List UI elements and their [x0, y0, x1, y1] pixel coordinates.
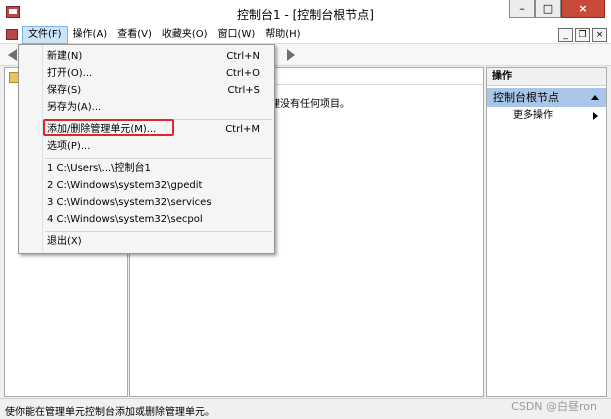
menu-item-recent-4[interactable]: 4 C:\Windows\system32\secpol — [19, 211, 274, 228]
watermark: CSDN @白昼ron — [511, 400, 597, 413]
menu-view[interactable]: 查看(V) — [112, 26, 157, 44]
title-bar: 控制台1 - [控制台根节点] – □ × — [0, 0, 611, 26]
menu-item-exit[interactable]: 退出(X) — [19, 233, 274, 250]
menu-item-label: 退出(X) — [47, 236, 82, 247]
menu-item-recent-3[interactable]: 3 C:\Windows\system32\services — [19, 194, 274, 211]
menu-separator — [45, 158, 272, 159]
caption-buttons: – □ × — [509, 0, 605, 18]
menu-item-save[interactable]: 保存(S) Ctrl+S — [19, 82, 274, 99]
menu-favorites[interactable]: 收藏夹(O) — [157, 26, 213, 44]
menu-bar: 文件(F) 操作(A) 查看(V) 收藏夹(O) 窗口(W) 帮助(H) _ ❐… — [0, 26, 611, 44]
menu-help[interactable]: 帮助(H) — [260, 26, 305, 44]
menu-action[interactable]: 操作(A) — [68, 26, 113, 44]
highlight-annotation-box — [43, 119, 174, 136]
menu-item-label: 打开(O)... — [47, 68, 93, 79]
menu-separator — [45, 231, 272, 232]
forward-arrow-icon[interactable] — [287, 49, 295, 61]
mdi-buttons: _ ❐ × — [558, 28, 607, 42]
empty-message: 理没有任何项目。 — [270, 99, 350, 110]
menu-item-shortcut: Ctrl+M — [225, 124, 260, 135]
menu-item-save-as[interactable]: 另存为(A)... — [19, 99, 274, 116]
actions-group-console-root[interactable]: 控制台根节点 — [487, 88, 606, 107]
menu-item-label: 选项(P)... — [47, 141, 91, 152]
console-icon[interactable] — [6, 29, 18, 40]
actions-pane: 操作 控制台根节点 更多操作 — [486, 67, 607, 397]
menu-item-label: 另存为(A)... — [47, 102, 102, 113]
actions-group-label: 控制台根节点 — [493, 91, 559, 104]
mdi-restore-button[interactable]: ❐ — [575, 28, 590, 42]
menu-item-open[interactable]: 打开(O)... Ctrl+O — [19, 65, 274, 82]
status-text: 使你能在管理单元控制台添加或删除管理单元。 — [5, 407, 215, 418]
more-actions-item[interactable]: 更多操作 — [487, 107, 606, 124]
menu-file[interactable]: 文件(F) — [22, 26, 68, 44]
menu-item-shortcut: Ctrl+S — [227, 85, 260, 96]
menu-item-label: 4 C:\Windows\system32\secpol — [47, 214, 203, 225]
menu-item-recent-1[interactable]: 1 C:\Users\...\控制台1 — [19, 160, 274, 177]
close-button[interactable]: × — [561, 0, 605, 18]
menu-item-label: 保存(S) — [47, 85, 82, 96]
file-menu-dropdown: 新建(N) Ctrl+N 打开(O)... Ctrl+O 保存(S) Ctrl+… — [18, 44, 275, 254]
minimize-button[interactable]: – — [509, 0, 535, 18]
menu-item-new[interactable]: 新建(N) Ctrl+N — [19, 48, 274, 65]
menu-item-label: 2 C:\Windows\system32\gpedit — [47, 180, 203, 191]
menu-item-label: 1 C:\Users\...\控制台1 — [47, 163, 151, 174]
maximize-button[interactable]: □ — [535, 0, 561, 18]
back-arrow-icon[interactable] — [8, 49, 17, 61]
more-actions-label: 更多操作 — [513, 110, 553, 121]
menu-item-shortcut: Ctrl+N — [226, 51, 260, 62]
submenu-arrow-icon — [593, 112, 598, 120]
collapse-up-icon[interactable] — [591, 95, 599, 100]
menu-item-label: 新建(N) — [47, 51, 83, 62]
mdi-close-button[interactable]: × — [592, 28, 607, 42]
mmc-window: 控制台1 - [控制台根节点] – □ × 文件(F) 操作(A) 查看(V) … — [0, 0, 611, 419]
menu-item-shortcut: Ctrl+O — [225, 68, 260, 79]
mdi-minimize-button[interactable]: _ — [558, 28, 573, 42]
menu-item-options[interactable]: 选项(P)... — [19, 138, 274, 155]
menu-window[interactable]: 窗口(W) — [213, 26, 261, 44]
actions-header: 操作 — [487, 68, 606, 86]
menu-item-recent-2[interactable]: 2 C:\Windows\system32\gpedit — [19, 177, 274, 194]
menu-item-label: 3 C:\Windows\system32\services — [47, 197, 212, 208]
